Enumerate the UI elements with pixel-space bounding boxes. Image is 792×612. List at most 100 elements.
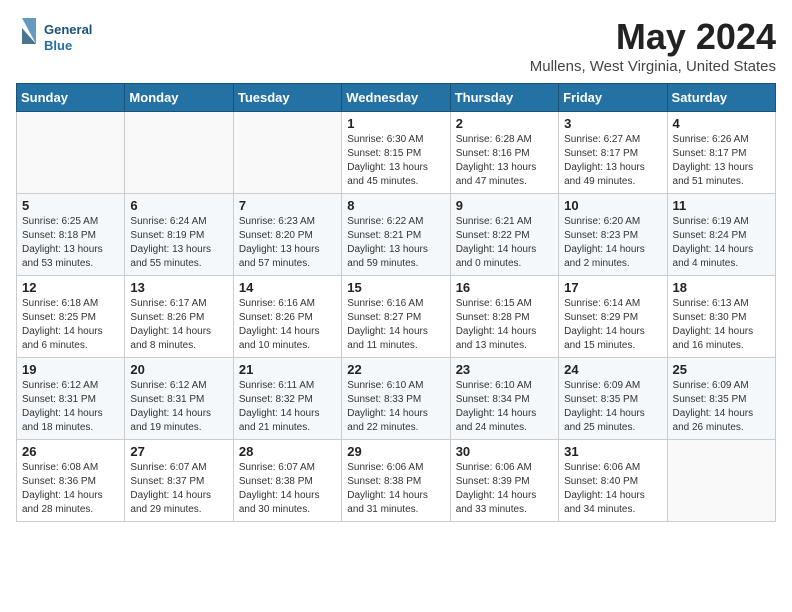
calendar-cell: 19Sunrise: 6:12 AM Sunset: 8:31 PM Dayli… xyxy=(17,358,125,440)
day-of-week-header: Wednesday xyxy=(342,84,450,112)
day-info: Sunrise: 6:07 AM Sunset: 8:38 PM Dayligh… xyxy=(239,461,336,517)
calendar-cell xyxy=(667,440,775,522)
title-block: May 2024 Mullens, West Virginia, United … xyxy=(530,16,776,75)
calendar-week-row: 19 Sunrise: 6:12 AM Sunset: 8:31 PM Dayli… xyxy=(17,358,776,440)
calendar-cell: 23 Sunrise: 6:10 AM Sunset: 8:34 PM Dayli… xyxy=(450,358,558,440)
calendar-cell: 29 Sunrise: 6:06 AM Sunset: 8:38 PM Dayli… xyxy=(342,440,450,522)
day-info: Sunrise: 6:06 AM Sunset: 8:39 PM Dayligh… xyxy=(456,461,553,517)
calendar-cell: 10Sunrise: 6:20 AM Sunset: 8:23 PM Dayli… xyxy=(559,194,667,276)
day-info: Sunrise: 6:10 AM Sunset: 8:33 PM Dayligh… xyxy=(347,379,444,435)
day-number: 31 xyxy=(564,444,661,459)
day-number: 29 xyxy=(347,444,444,459)
day-info: Sunrise: 6:06 AM Sunset: 8:40 PM Dayligh… xyxy=(564,461,661,517)
calendar-cell: 24 Sunrise: 6:09 AM Sunset: 8:35 PM Dayli… xyxy=(559,358,667,440)
calendar-week-row: 5 Sunrise: 6:25 AM Sunset: 8:18 PM Daylig… xyxy=(17,194,776,276)
month-year: May 2024 xyxy=(530,16,776,58)
day-number: 27 xyxy=(130,444,227,459)
calendar-cell: 7 Sunrise: 6:23 AM Sunset: 8:20 PM Daylig… xyxy=(233,194,341,276)
calendar-cell: 30Sunrise: 6:06 AM Sunset: 8:39 PM Dayli… xyxy=(450,440,558,522)
calendar-cell xyxy=(233,112,341,194)
calendar-week-row: 1Sunrise: 6:30 AM Sunset: 8:15 PM Daylig… xyxy=(17,112,776,194)
day-info: Sunrise: 6:19 AM Sunset: 8:24 PM Dayligh… xyxy=(673,215,770,271)
day-info: Sunrise: 6:17 AM Sunset: 8:26 PM Dayligh… xyxy=(130,297,227,353)
calendar-cell: 14 Sunrise: 6:16 AM Sunset: 8:26 PM Dayli… xyxy=(233,276,341,358)
svg-text:Blue: Blue xyxy=(44,38,72,53)
day-number: 4 xyxy=(673,116,770,131)
calendar-cell: 28 Sunrise: 6:07 AM Sunset: 8:38 PM Dayli… xyxy=(233,440,341,522)
calendar-cell: 21 Sunrise: 6:11 AM Sunset: 8:32 PM Dayli… xyxy=(233,358,341,440)
day-of-week-header: Monday xyxy=(125,84,233,112)
logo-svg: General Blue xyxy=(16,16,116,60)
day-info: Sunrise: 6:16 AM Sunset: 8:26 PM Dayligh… xyxy=(239,297,336,353)
day-of-week-header: Thursday xyxy=(450,84,558,112)
calendar-cell: 18Sunrise: 6:13 AM Sunset: 8:30 PM Dayli… xyxy=(667,276,775,358)
location: Mullens, West Virginia, United States xyxy=(530,58,776,75)
day-number: 15 xyxy=(347,280,444,295)
day-number: 12 xyxy=(22,280,119,295)
day-number: 2 xyxy=(456,116,553,131)
day-info: Sunrise: 6:23 AM Sunset: 8:20 PM Dayligh… xyxy=(239,215,336,271)
day-info: Sunrise: 6:18 AM Sunset: 8:25 PM Dayligh… xyxy=(22,297,119,353)
day-number: 16 xyxy=(456,280,553,295)
day-info: Sunrise: 6:25 AM Sunset: 8:18 PM Dayligh… xyxy=(22,215,119,271)
day-info: Sunrise: 6:26 AM Sunset: 8:17 PM Dayligh… xyxy=(673,133,770,189)
calendar-cell: 3Sunrise: 6:27 AM Sunset: 8:17 PM Daylig… xyxy=(559,112,667,194)
calendar-cell: 2 Sunrise: 6:28 AM Sunset: 8:16 PM Daylig… xyxy=(450,112,558,194)
calendar-cell: 8Sunrise: 6:22 AM Sunset: 8:21 PM Daylig… xyxy=(342,194,450,276)
day-number: 5 xyxy=(22,198,119,213)
calendar-week-row: 26Sunrise: 6:08 AM Sunset: 8:36 PM Dayli… xyxy=(17,440,776,522)
day-info: Sunrise: 6:12 AM Sunset: 8:31 PM Dayligh… xyxy=(130,379,227,435)
day-number: 17 xyxy=(564,280,661,295)
day-info: Sunrise: 6:07 AM Sunset: 8:37 PM Dayligh… xyxy=(130,461,227,517)
calendar-cell: 31 Sunrise: 6:06 AM Sunset: 8:40 PM Dayli… xyxy=(559,440,667,522)
logo: General Blue xyxy=(16,16,116,60)
calendar-cell: 1Sunrise: 6:30 AM Sunset: 8:15 PM Daylig… xyxy=(342,112,450,194)
day-info: Sunrise: 6:22 AM Sunset: 8:21 PM Dayligh… xyxy=(347,215,444,271)
calendar-cell xyxy=(125,112,233,194)
day-info: Sunrise: 6:15 AM Sunset: 8:28 PM Dayligh… xyxy=(456,297,553,353)
day-info: Sunrise: 6:08 AM Sunset: 8:36 PM Dayligh… xyxy=(22,461,119,517)
calendar-table: SundayMondayTuesdayWednesdayThursdayFrid… xyxy=(16,83,776,522)
page-header: General Blue May 2024 Mullens, West Virg… xyxy=(16,16,776,75)
day-of-week-header: Tuesday xyxy=(233,84,341,112)
day-of-week-header: Friday xyxy=(559,84,667,112)
day-number: 24 xyxy=(564,362,661,377)
day-info: Sunrise: 6:21 AM Sunset: 8:22 PM Dayligh… xyxy=(456,215,553,271)
calendar-cell: 20 Sunrise: 6:12 AM Sunset: 8:31 PM Dayli… xyxy=(125,358,233,440)
calendar-cell: 17Sunrise: 6:14 AM Sunset: 8:29 PM Dayli… xyxy=(559,276,667,358)
svg-text:General: General xyxy=(44,22,92,37)
calendar-week-row: 12 Sunrise: 6:18 AM Sunset: 8:25 PM Dayli… xyxy=(17,276,776,358)
calendar-header-row: SundayMondayTuesdayWednesdayThursdayFrid… xyxy=(17,84,776,112)
day-of-week-header: Saturday xyxy=(667,84,775,112)
day-number: 28 xyxy=(239,444,336,459)
day-number: 9 xyxy=(456,198,553,213)
day-info: Sunrise: 6:13 AM Sunset: 8:30 PM Dayligh… xyxy=(673,297,770,353)
day-number: 1 xyxy=(347,116,444,131)
calendar-cell: 5 Sunrise: 6:25 AM Sunset: 8:18 PM Daylig… xyxy=(17,194,125,276)
day-number: 19 xyxy=(22,362,119,377)
day-info: Sunrise: 6:09 AM Sunset: 8:35 PM Dayligh… xyxy=(564,379,661,435)
calendar-cell: 25Sunrise: 6:09 AM Sunset: 8:35 PM Dayli… xyxy=(667,358,775,440)
day-info: Sunrise: 6:11 AM Sunset: 8:32 PM Dayligh… xyxy=(239,379,336,435)
calendar-cell: 22 Sunrise: 6:10 AM Sunset: 8:33 PM Dayli… xyxy=(342,358,450,440)
calendar-cell: 6Sunrise: 6:24 AM Sunset: 8:19 PM Daylig… xyxy=(125,194,233,276)
calendar-cell: 11 Sunrise: 6:19 AM Sunset: 8:24 PM Dayli… xyxy=(667,194,775,276)
calendar-body: 1Sunrise: 6:30 AM Sunset: 8:15 PM Daylig… xyxy=(17,112,776,522)
calendar-cell: 4 Sunrise: 6:26 AM Sunset: 8:17 PM Daylig… xyxy=(667,112,775,194)
day-number: 23 xyxy=(456,362,553,377)
day-number: 14 xyxy=(239,280,336,295)
calendar-cell: 12 Sunrise: 6:18 AM Sunset: 8:25 PM Dayli… xyxy=(17,276,125,358)
day-number: 20 xyxy=(130,362,227,377)
calendar-cell xyxy=(17,112,125,194)
day-number: 3 xyxy=(564,116,661,131)
day-number: 7 xyxy=(239,198,336,213)
day-info: Sunrise: 6:28 AM Sunset: 8:16 PM Dayligh… xyxy=(456,133,553,189)
day-info: Sunrise: 6:20 AM Sunset: 8:23 PM Dayligh… xyxy=(564,215,661,271)
day-info: Sunrise: 6:24 AM Sunset: 8:19 PM Dayligh… xyxy=(130,215,227,271)
day-number: 21 xyxy=(239,362,336,377)
day-number: 11 xyxy=(673,198,770,213)
day-info: Sunrise: 6:10 AM Sunset: 8:34 PM Dayligh… xyxy=(456,379,553,435)
day-info: Sunrise: 6:06 AM Sunset: 8:38 PM Dayligh… xyxy=(347,461,444,517)
day-number: 25 xyxy=(673,362,770,377)
day-number: 22 xyxy=(347,362,444,377)
